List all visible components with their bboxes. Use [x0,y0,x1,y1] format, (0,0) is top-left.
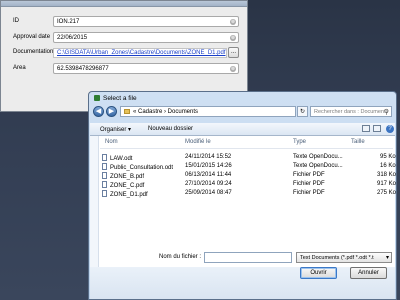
file-type: Fichier PDF [293,181,325,187]
address-path: « Cadastre › Documents [133,109,199,115]
form-dialog-titlebar [1,1,247,7]
filename-label: Nom du fichier : [159,254,202,260]
column-type[interactable]: Type [293,139,306,145]
navigation-pane[interactable] [90,136,99,267]
form-row-area: Area 62.5398478296877 ⊗ [11,63,239,74]
file-row[interactable]: Public_Consultation.odt 15/01/2015 14:26… [100,163,396,172]
file-size: 95 Ko [380,154,396,160]
file-dialog-title: Select a file [94,95,137,102]
file-modified: 24/11/2014 15:52 [185,154,232,160]
folder-icon [124,109,130,114]
approval-date-field[interactable]: 22/06/2015 ⊗ [53,32,239,43]
clear-icon[interactable]: ⊗ [230,66,236,72]
pdf-icon [102,190,107,197]
documentation-link[interactable]: C:\GISDATA\Urban_Zones\Cadastre\Document… [53,48,227,58]
clear-icon[interactable]: ⊗ [230,35,236,41]
file-row[interactable]: ZONE_D1.pdf 25/09/2014 08:47 Fichier PDF… [100,190,397,199]
open-button[interactable]: Ouvrir [300,267,337,279]
address-bar[interactable]: « Cadastre › Documents [120,106,296,117]
file-modified: 25/09/2014 08:47 [185,190,232,196]
approval-date-label: Approval date [13,34,51,40]
file-type: Fichier PDF [293,190,325,196]
column-modified[interactable]: Modifié le [185,139,211,145]
preview-pane-icon[interactable] [373,125,381,132]
app-icon [94,95,100,101]
file-size: 275 Ko [377,190,397,196]
area-value: 62.5398478296877 [57,66,109,72]
file-name: ZONE_C.pdf [110,183,145,189]
documentation-label: Documentation [13,49,54,55]
organize-button[interactable]: Organiser ▾ [100,126,131,133]
help-icon[interactable]: ? [386,125,394,133]
file-row[interactable]: ZONE_B.pdf 06/13/2014 11:44 Fichier PDF … [100,172,397,181]
file-type: Texte OpenDocu... [293,154,343,160]
file-row[interactable]: ZONE_C.pdf 27/10/2014 09:24 Fichier PDF … [100,181,397,190]
file-name: Public_Consultation.odt [110,165,174,171]
back-icon[interactable]: ◀ [93,106,104,117]
document-icon [102,163,107,170]
file-modified: 15/01/2015 14:26 [185,163,232,169]
toolbar: Organiser ▾ Nouveau dossier ? [90,123,395,136]
file-list-area: Nom Modifié le Type Taille LAW.odt 24/11… [90,136,397,267]
file-type: Fichier PDF [293,172,325,178]
file-size: 318 Ko [377,172,397,178]
file-dialog: Select a file ◀ ▶ « Cadastre › Documents… [88,91,397,300]
file-name: LAW.odt [110,156,133,162]
file-dialog-title-text: Select a file [103,95,137,102]
forward-icon[interactable]: ▶ [106,106,117,117]
id-field[interactable]: ION.217 ⊗ [53,16,239,27]
file-size: 16 Ko [380,163,396,169]
navigation-bar: ◀ ▶ « Cadastre › Documents ↻ Rechercher … [93,106,392,119]
id-value: ION.217 [57,19,80,25]
search-icon: ⚲ [383,109,389,116]
form-row-documentation: Documentation C:\GISDATA\Urban_Zones\Cad… [11,47,239,58]
document-icon [102,154,107,161]
area-field[interactable]: 62.5398478296877 ⊗ [53,63,239,74]
file-modified: 06/13/2014 11:44 [185,172,232,178]
pdf-icon [102,172,107,179]
new-folder-button[interactable]: Nouveau dossier [148,126,193,132]
filetype-select[interactable]: Text Documents (*.pdf *.odt *.t ▾ [296,252,392,263]
search-input[interactable]: Rechercher dans : Documents ⚲ [310,106,392,117]
file-name: ZONE_D1.pdf [110,192,148,198]
column-name[interactable]: Nom [105,139,118,145]
approval-date-value: 22/06/2015 [57,35,88,41]
form-row-id: ID ION.217 ⊗ [11,16,239,27]
column-header-row: Nom Modifié le Type Taille [100,138,393,149]
chevron-down-icon: ▾ [385,255,389,261]
file-size: 917 Ko [377,181,397,187]
area-label: Area [13,65,26,71]
file-name: ZONE_B.pdf [110,174,145,180]
pdf-icon [102,181,107,188]
file-row[interactable]: LAW.odt 24/11/2014 15:52 Texte OpenDocu.… [100,154,396,163]
file-modified: 27/10/2014 09:24 [185,181,232,187]
refresh-icon[interactable]: ↻ [297,106,308,117]
filename-input[interactable] [204,252,292,263]
column-size[interactable]: Taille [351,139,365,145]
cancel-button[interactable]: Annuler [350,267,387,279]
clear-icon[interactable]: ⊗ [230,19,236,25]
form-row-approval-date: Approval date 22/06/2015 ⊗ [11,32,239,43]
file-type: Texte OpenDocu... [293,163,343,169]
filetype-value: Text Documents (*.pdf *.odt *.t [300,255,374,261]
search-placeholder: Rechercher dans : Documents [314,109,389,115]
browse-button[interactable]: ... [228,47,239,58]
view-options-icon[interactable] [362,125,370,132]
id-label: ID [13,18,19,24]
file-dialog-footer: Nom du fichier : Text Documents (*.pdf *… [90,252,395,299]
